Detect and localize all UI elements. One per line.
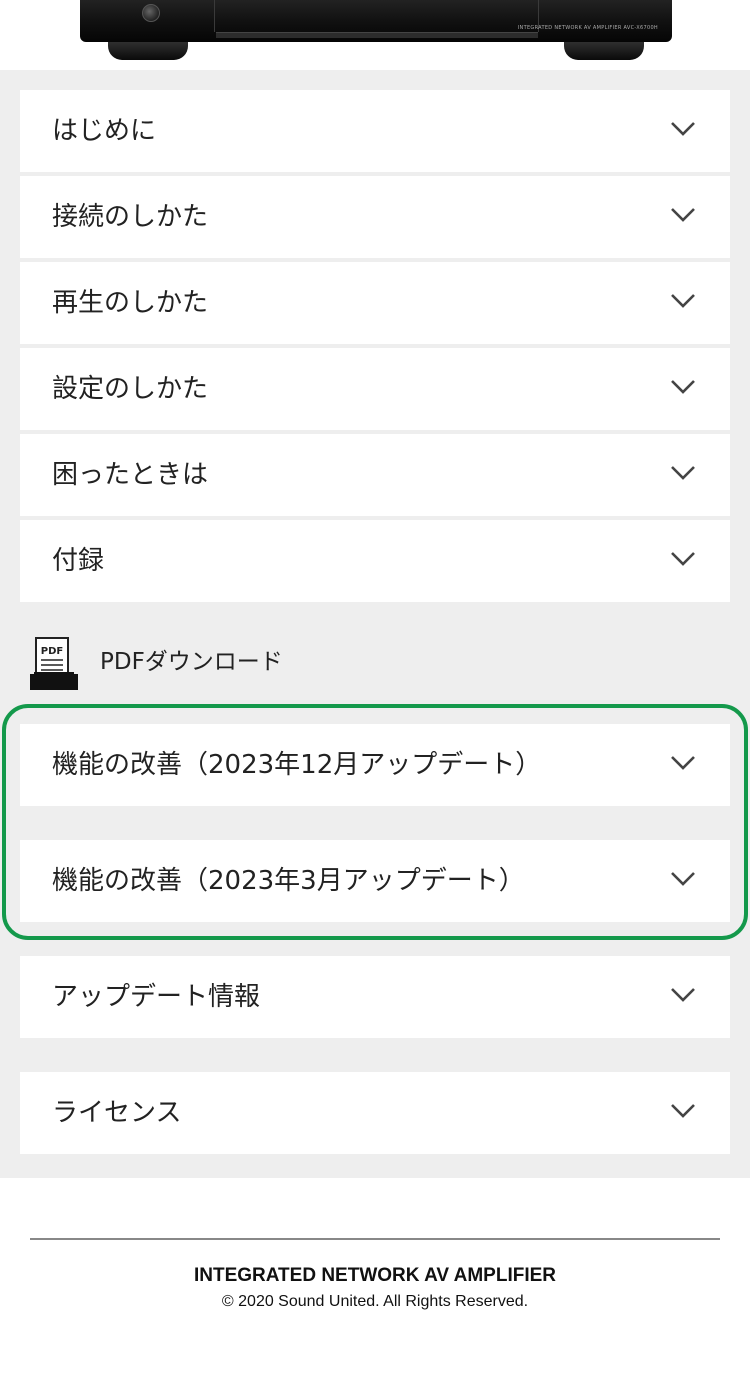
- accordion-item-settings[interactable]: 設定のしかた: [20, 348, 730, 430]
- amp-foot-right: [564, 40, 644, 60]
- accordion-item-label: 再生のしかた: [52, 288, 209, 318]
- chevron-down-icon: [671, 122, 695, 136]
- chevron-down-icon: [671, 872, 695, 886]
- accordion-item-update-2023-03[interactable]: 機能の改善（2023年3月アップデート）: [20, 840, 730, 922]
- chevron-down-icon: [671, 1104, 695, 1118]
- footer-title: INTEGRATED NETWORK AV AMPLIFIER: [193, 1265, 557, 1286]
- footer-divider: [30, 1238, 720, 1240]
- accordion-item-update-2023-12[interactable]: 機能の改善（2023年12月アップデート）: [20, 724, 730, 806]
- chevron-down-icon: [671, 208, 695, 222]
- accordion-item-label: ライセンス: [52, 1098, 182, 1128]
- accordion-item-appendix[interactable]: 付録: [20, 520, 730, 602]
- accordion-item-intro[interactable]: はじめに: [20, 90, 730, 172]
- chevron-down-icon: [671, 756, 695, 770]
- pdf-download-link[interactable]: PDF PDFダウンロード: [30, 636, 430, 690]
- amp-foot-left: [108, 40, 188, 60]
- accordion-item-label: はじめに: [52, 116, 157, 146]
- chevron-down-icon: [671, 294, 695, 308]
- accordion-item-playback[interactable]: 再生のしかた: [20, 262, 730, 344]
- accordion-item-troubleshooting[interactable]: 困ったときは: [20, 434, 730, 516]
- accordion-item-license[interactable]: ライセンス: [20, 1072, 730, 1154]
- chevron-down-icon: [671, 380, 695, 394]
- accordion-item-label: 困ったときは: [52, 460, 209, 490]
- product-image: INTEGRATED NETWORK AV AMPLIFIER AVC-X670…: [0, 0, 750, 70]
- pdf-icon: PDF: [30, 637, 78, 690]
- accordion-item-label: 付録: [52, 546, 105, 576]
- accordion-item-label: アップデート情報: [52, 982, 261, 1012]
- accordion-item-update-info[interactable]: アップデート情報: [20, 956, 730, 1038]
- amp-body: INTEGRATED NETWORK AV AMPLIFIER AVC-X670…: [80, 0, 672, 42]
- pdf-icon-text: PDF: [41, 646, 63, 657]
- pdf-download-label: PDFダウンロード: [100, 649, 283, 675]
- chevron-down-icon: [671, 988, 695, 1002]
- chevron-down-icon: [671, 552, 695, 566]
- accordion-item-label: 設定のしかた: [52, 374, 209, 404]
- amp-knob: [142, 4, 160, 22]
- accordion-item-label: 接続のしかた: [52, 202, 209, 232]
- chevron-down-icon: [671, 466, 695, 480]
- amp-panel-text: INTEGRATED NETWORK AV AMPLIFIER AVC-X670…: [517, 25, 658, 31]
- footer-copyright: © 2020 Sound United. All Rights Reserved…: [221, 1293, 529, 1310]
- manual-menu: はじめに 接続のしかた 再生のしかた 設定のしかた 困ったときは 付録 PDF …: [0, 70, 750, 1178]
- accordion-item-label: 機能の改善（2023年3月アップデート）: [52, 866, 525, 896]
- accordion-item-connection[interactable]: 接続のしかた: [20, 176, 730, 258]
- accordion-item-label: 機能の改善（2023年12月アップデート）: [52, 750, 542, 780]
